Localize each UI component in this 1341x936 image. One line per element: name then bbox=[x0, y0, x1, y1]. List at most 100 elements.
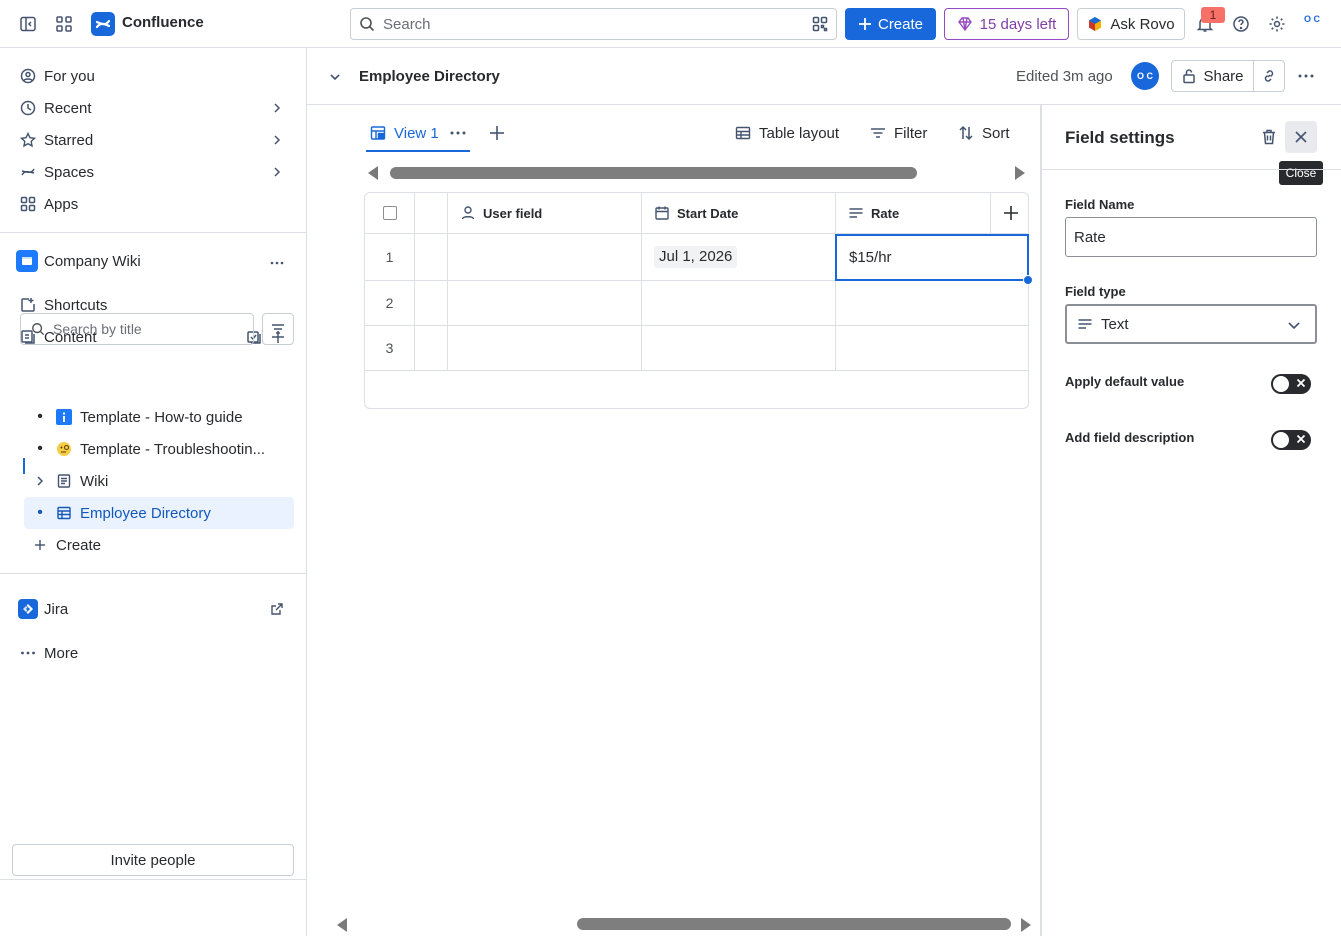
row-expand-cell[interactable] bbox=[415, 326, 448, 371]
create-button[interactable]: Create bbox=[845, 8, 936, 40]
sidebar-item-spaces[interactable]: Spaces bbox=[12, 157, 294, 187]
bullet: • bbox=[37, 440, 43, 457]
add-column-button[interactable] bbox=[991, 193, 1028, 234]
settings-gear-icon[interactable] bbox=[1265, 12, 1289, 36]
close-tooltip: Close bbox=[1279, 161, 1323, 185]
profile-avatar[interactable]: O C bbox=[1301, 13, 1323, 35]
tree-item-employee-directory[interactable]: • Employee Directory bbox=[24, 497, 294, 529]
filter-button[interactable]: Filter bbox=[870, 120, 927, 146]
tab-more-options-icon[interactable] bbox=[450, 130, 466, 136]
sidebar-search-by-title-input[interactable]: Search by title bbox=[20, 313, 254, 345]
table-cell-rate[interactable] bbox=[836, 281, 1028, 326]
copy-link-button[interactable] bbox=[1253, 60, 1285, 92]
sidebar-divider bbox=[0, 573, 306, 574]
scroll-right-arrow-icon[interactable] bbox=[1015, 166, 1025, 180]
toggle-off-x-icon bbox=[1296, 378, 1306, 388]
invite-people-button[interactable]: Invite people bbox=[12, 844, 294, 876]
jira-logo-icon bbox=[18, 599, 38, 619]
apply-default-value-toggle[interactable] bbox=[1271, 374, 1311, 394]
plus-icon bbox=[32, 537, 48, 553]
chevron-right-icon[interactable] bbox=[270, 165, 284, 179]
table-horizontal-scrollbar[interactable] bbox=[390, 167, 917, 179]
row-expand-cell[interactable] bbox=[415, 234, 448, 281]
space-name: Company Wiki bbox=[44, 252, 141, 270]
search-placeholder: Search bbox=[383, 15, 431, 33]
table-cell-start-date[interactable] bbox=[642, 281, 836, 326]
collapse-chevron-down-icon[interactable] bbox=[327, 69, 343, 85]
global-search-input[interactable]: Search bbox=[350, 8, 837, 40]
tree-create-button[interactable]: Create bbox=[28, 529, 298, 561]
tree-create-label: Create bbox=[56, 536, 102, 554]
page-scroll-left-arrow-icon[interactable] bbox=[337, 918, 347, 932]
chevron-down-icon bbox=[1288, 322, 1300, 330]
qr-code-icon[interactable] bbox=[812, 16, 828, 32]
sidebar-item-jira[interactable]: Jira bbox=[12, 594, 294, 624]
text-lines-icon bbox=[1078, 319, 1092, 329]
tab-view-1[interactable]: View 1 bbox=[366, 116, 470, 152]
tree-item-label: Template - Troubleshootin... bbox=[80, 440, 266, 458]
external-link-icon[interactable] bbox=[270, 602, 284, 616]
fill-handle[interactable] bbox=[1023, 275, 1033, 285]
gem-icon bbox=[957, 17, 972, 32]
table-cell-start-date[interactable] bbox=[642, 326, 836, 371]
help-icon[interactable] bbox=[1229, 12, 1253, 36]
sidebar-filter-button[interactable] bbox=[262, 313, 294, 345]
row-expand-cell[interactable] bbox=[415, 281, 448, 326]
trash-icon[interactable] bbox=[1260, 128, 1278, 146]
more-dots-icon bbox=[20, 645, 36, 661]
edited-timestamp[interactable]: Edited 3m ago bbox=[1016, 68, 1113, 85]
sidebar-item-label: Recent bbox=[44, 99, 92, 117]
select-all-checkbox[interactable] bbox=[382, 206, 397, 220]
confluence-logo-icon[interactable] bbox=[91, 12, 115, 36]
product-name[interactable]: Confluence bbox=[122, 14, 204, 31]
sidebar-item-for-you[interactable]: For you bbox=[12, 61, 294, 91]
person-icon bbox=[461, 206, 475, 220]
table-cell-user[interactable] bbox=[448, 234, 642, 281]
trial-days-button[interactable]: 15 days left bbox=[944, 8, 1069, 40]
page-scroll-right-arrow-icon[interactable] bbox=[1021, 918, 1031, 932]
app-switcher-icon[interactable] bbox=[52, 12, 76, 36]
space-header-company-wiki[interactable]: Company Wiki bbox=[12, 246, 294, 276]
spaces-icon bbox=[20, 164, 36, 180]
scroll-left-arrow-icon[interactable] bbox=[368, 166, 378, 180]
table-cell-user[interactable] bbox=[448, 281, 642, 326]
tree-item-how-to-guide[interactable]: • Template - How-to guide bbox=[24, 401, 294, 433]
sidebar-item-label: More bbox=[44, 644, 79, 662]
sidebar-item-starred[interactable]: Starred bbox=[12, 125, 294, 155]
ask-rovo-button[interactable]: Ask Rovo bbox=[1077, 8, 1185, 40]
search-icon bbox=[32, 323, 45, 336]
column-header-rate[interactable]: Rate bbox=[836, 193, 991, 234]
sidebar-item-recent[interactable]: Recent bbox=[12, 93, 294, 123]
column-header-start-date[interactable]: Start Date bbox=[642, 193, 836, 234]
share-button[interactable]: Share bbox=[1171, 60, 1254, 92]
text-lines-icon bbox=[849, 208, 863, 218]
page-horizontal-scrollbar[interactable] bbox=[577, 918, 1011, 930]
more-options-icon[interactable] bbox=[270, 256, 284, 270]
tree-item-troubleshooting[interactable]: • Template - Troubleshootin... bbox=[24, 433, 294, 465]
field-name-input[interactable]: Rate bbox=[1065, 217, 1317, 257]
toggle-knob bbox=[1273, 376, 1289, 392]
table-cell-rate[interactable] bbox=[836, 326, 1028, 371]
page-icon bbox=[56, 473, 72, 489]
sidebar-toggle-icon[interactable] bbox=[16, 12, 40, 36]
field-type-select[interactable]: Text bbox=[1065, 304, 1317, 344]
add-view-plus-icon[interactable] bbox=[489, 125, 505, 141]
tree-item-wiki[interactable]: Wiki bbox=[24, 465, 294, 497]
plus-icon bbox=[858, 18, 871, 30]
close-panel-button[interactable] bbox=[1285, 121, 1317, 153]
collaborator-avatar[interactable]: O C bbox=[1131, 62, 1159, 90]
space-avatar-icon bbox=[16, 250, 38, 272]
sort-button[interactable]: Sort bbox=[958, 120, 1010, 146]
add-field-description-toggle[interactable] bbox=[1271, 430, 1311, 450]
chevron-right-icon[interactable] bbox=[270, 101, 284, 115]
sidebar-item-more[interactable]: More bbox=[12, 638, 294, 668]
more-actions-icon[interactable] bbox=[1297, 68, 1315, 84]
selected-rate-cell[interactable]: $15/hr bbox=[835, 234, 1029, 281]
column-header-user-field[interactable]: User field bbox=[448, 193, 642, 234]
expand-chevron-icon[interactable] bbox=[24, 475, 56, 487]
table-layout-button[interactable]: Table layout bbox=[735, 120, 839, 146]
table-cell-user[interactable] bbox=[448, 326, 642, 371]
chevron-right-icon[interactable] bbox=[270, 133, 284, 147]
table-cell-start-date[interactable]: Jul 1, 2026 bbox=[642, 234, 836, 281]
sidebar-item-apps[interactable]: Apps bbox=[12, 189, 294, 219]
